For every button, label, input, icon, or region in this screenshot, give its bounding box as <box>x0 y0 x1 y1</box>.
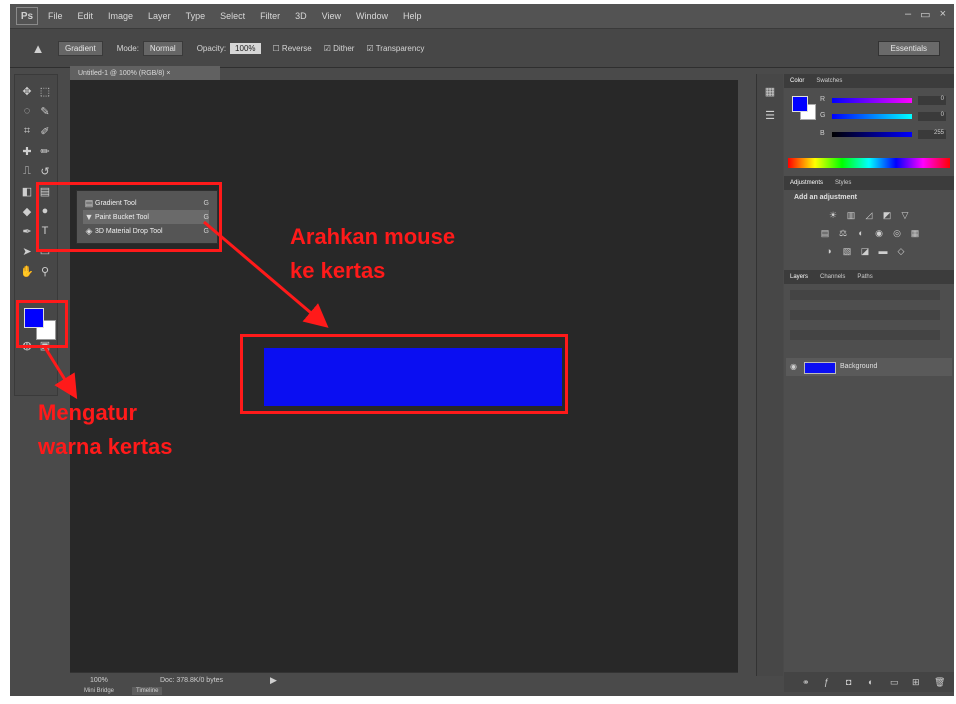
annotation-line-1: Arahkan mouse <box>290 224 456 249</box>
arrow-to-color-note <box>42 345 78 400</box>
annotation-line-1: Mengatur <box>38 400 137 425</box>
annotation-arrows <box>42 220 329 400</box>
panel-foreground-swatch[interactable] <box>792 96 808 112</box>
annotation-line-2: ke kertas <box>290 258 386 283</box>
annotation-move-mouse: Arahkan mouse ke kertas <box>290 220 455 288</box>
foreground-color-swatch[interactable] <box>24 308 44 328</box>
annotation-line-2: warna kertas <box>38 434 173 459</box>
annotation-set-color: Mengatur warna kertas <box>38 396 173 464</box>
